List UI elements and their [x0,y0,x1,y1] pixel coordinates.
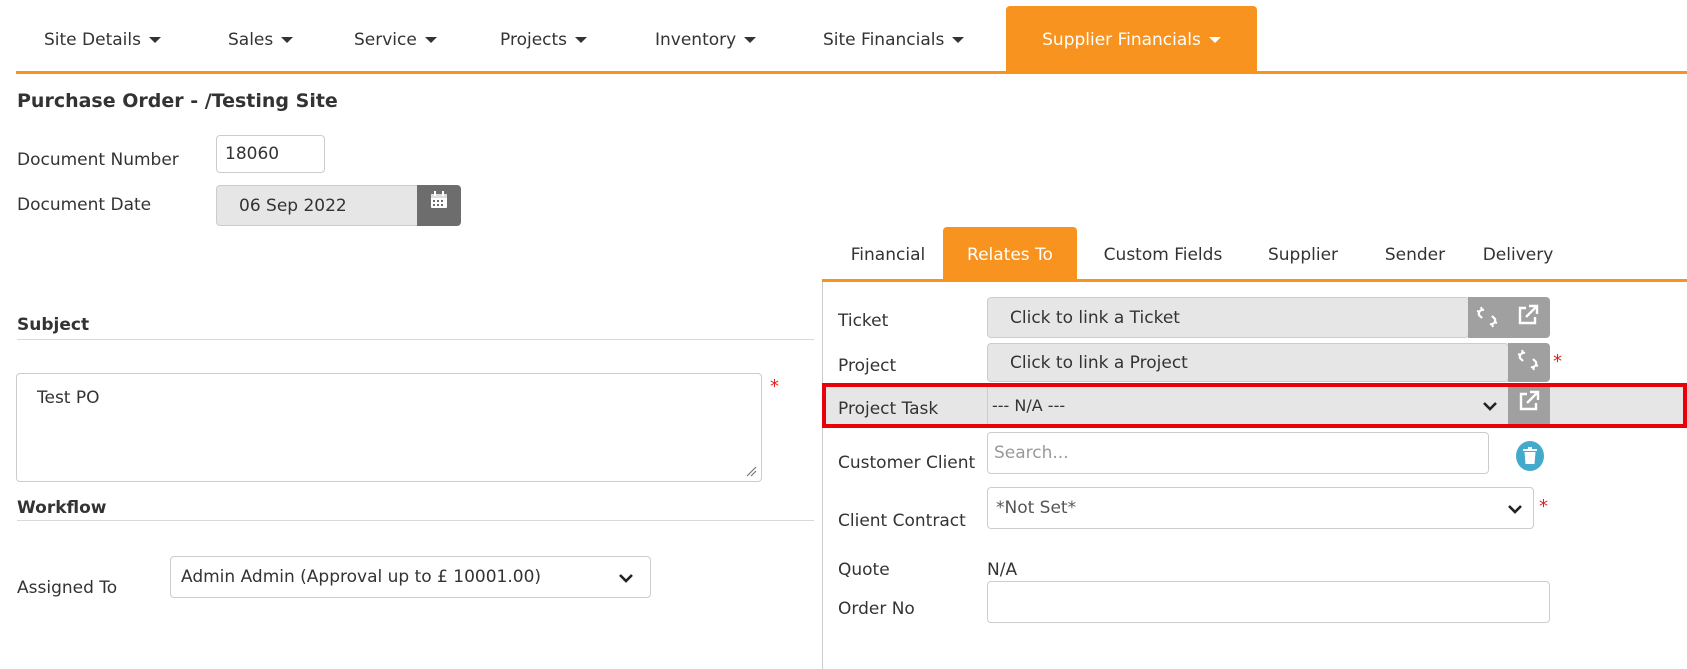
caret-down-icon [744,37,757,43]
caret-down-icon [575,37,588,43]
nav-label: Sales [228,30,274,50]
workflow-heading: Workflow [17,498,107,518]
tab-underline [822,279,1687,282]
subject-required-mark: * [770,376,779,397]
tab-relates-to[interactable]: Relates To [943,227,1077,279]
project-link-field[interactable]: Click to link a Project [987,343,1509,382]
document-date-input[interactable]: 06 Sep 2022 [216,185,418,226]
nav-site-financials[interactable]: Site Financials [823,6,965,71]
ticket-unlink-button[interactable] [1468,297,1506,338]
tab-custom-fields[interactable]: Custom Fields [1088,227,1238,279]
nav-service[interactable]: Service [354,6,437,71]
assigned-to-label: Assigned To [17,578,118,598]
nav-projects[interactable]: Projects [500,6,588,71]
nav-label: Projects [500,30,568,50]
tab-sender[interactable]: Sender [1370,227,1460,279]
resize-handle-icon[interactable] [745,465,757,477]
client-contract-required-mark: * [1539,496,1548,517]
nav-label: Site Financials [823,30,945,50]
subject-textarea[interactable]: Test PO [16,373,762,482]
top-nav: Site Details Sales Service Projects Inve… [16,6,1687,74]
order-no-input[interactable] [987,581,1550,623]
order-no-label: Order No [838,599,915,619]
project-unlink-button[interactable] [1508,343,1550,382]
quote-label: Quote [838,560,890,580]
caret-down-icon [148,37,161,43]
project-required-mark: * [1553,351,1562,372]
document-date-label: Document Date [17,195,152,215]
nav-label: Site Details [44,30,141,50]
nav-label: Supplier Financials [1042,30,1201,50]
highlight-box [822,383,1687,428]
trash-icon [1523,447,1537,464]
document-number-input[interactable]: 18060 [216,135,325,173]
subject-text: Test PO [37,388,100,408]
chevron-down-icon [1508,505,1522,514]
quote-value: N/A [987,560,1018,580]
tab-financial[interactable]: Financial [830,227,946,279]
caret-down-icon [1208,37,1221,43]
panel-left-border [822,282,823,669]
tab-delivery[interactable]: Delivery [1472,227,1564,279]
page-title: Purchase Order - /Testing Site [17,90,338,112]
nav-label: Service [354,30,417,50]
subject-divider [17,339,814,340]
nav-supplier-financials[interactable]: Supplier Financials [1006,6,1257,71]
assigned-to-value: Admin Admin (Approval up to £ 10001.00) [181,567,542,587]
document-number-label: Document Number [17,150,179,170]
caret-down-icon [281,37,294,43]
customer-client-clear-button[interactable] [1516,441,1544,471]
nav-sales[interactable]: Sales [228,6,294,71]
client-contract-value: *Not Set* [996,498,1077,518]
tab-bar: Financial Relates To Custom Fields Suppl… [822,227,1687,279]
customer-client-search[interactable]: Search... [987,432,1489,474]
customer-client-label: Customer Client [838,453,976,473]
calendar-icon [431,191,447,208]
external-link-icon [1518,304,1539,325]
nav-inventory[interactable]: Inventory [655,6,757,71]
calendar-button[interactable] [417,185,461,226]
client-contract-label: Client Contract [838,511,966,531]
subject-heading: Subject [17,315,90,335]
ticket-link-field[interactable]: Click to link a Ticket [987,297,1469,338]
tab-supplier[interactable]: Supplier [1253,227,1353,279]
project-label: Project [838,356,897,376]
chevron-down-icon [619,574,633,583]
ticket-label: Ticket [838,311,889,331]
caret-down-icon [424,37,437,43]
assigned-to-select[interactable]: Admin Admin (Approval up to £ 10001.00) [170,556,651,598]
workflow-divider [17,520,814,521]
client-contract-select[interactable]: *Not Set* [987,487,1534,529]
caret-down-icon [952,37,965,43]
nav-site-details[interactable]: Site Details [44,6,161,71]
ticket-open-button[interactable] [1506,297,1550,338]
unlink-icon [1517,349,1539,371]
nav-label: Inventory [655,30,737,50]
unlink-icon [1476,306,1498,328]
